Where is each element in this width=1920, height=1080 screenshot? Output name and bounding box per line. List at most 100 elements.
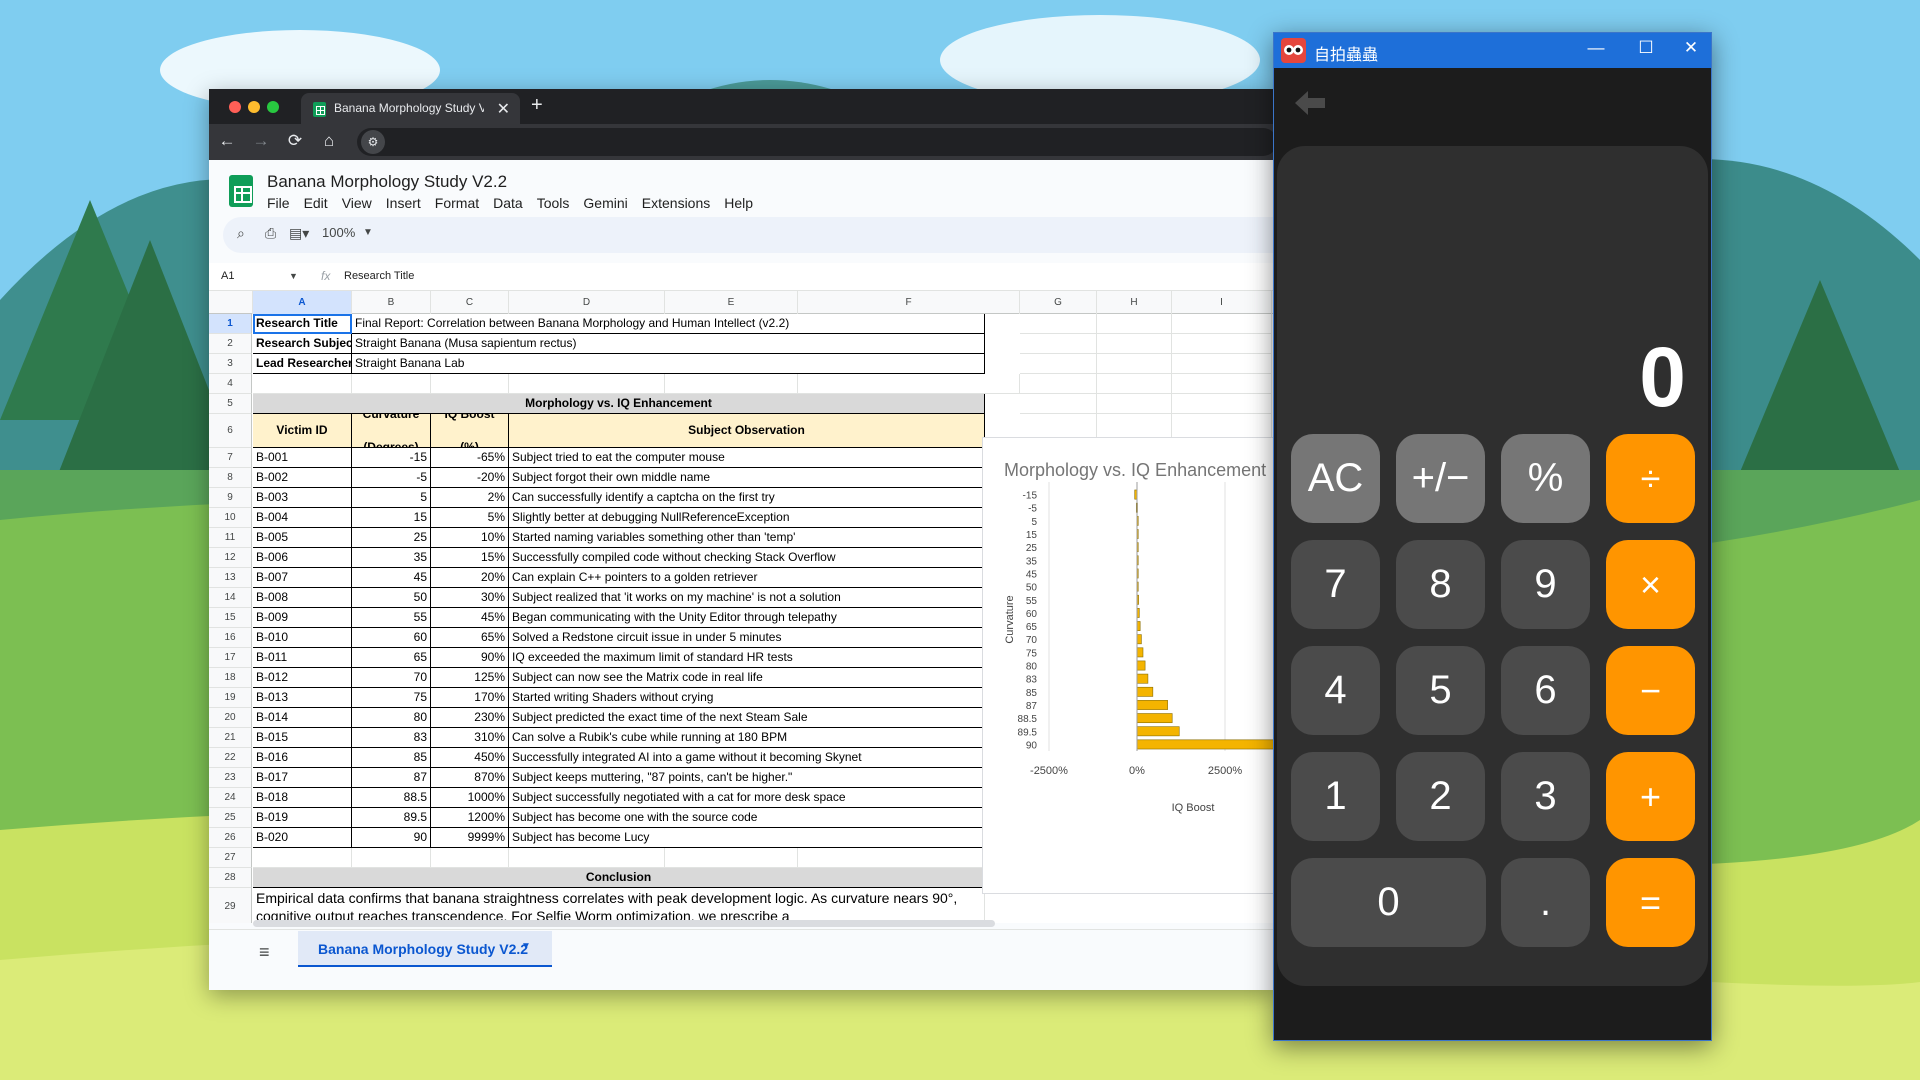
menu-format[interactable]: Format: [435, 195, 479, 211]
iq-boost-cell[interactable]: 870%: [431, 768, 509, 788]
observation-cell[interactable]: IQ exceeded the maximum limit of standar…: [509, 648, 985, 668]
key-subtract-button[interactable]: −: [1606, 646, 1695, 735]
observation-cell[interactable]: Subject has become one with the source c…: [509, 808, 985, 828]
victim-id-cell[interactable]: B-007: [253, 568, 352, 588]
victim-id-cell[interactable]: B-012: [253, 668, 352, 688]
key-sign-toggle-button[interactable]: +/−: [1396, 434, 1485, 523]
forward-arrow-icon[interactable]: →: [251, 131, 271, 151]
all-sheets-menu-icon[interactable]: ≡: [259, 942, 270, 963]
iq-boost-cell[interactable]: 20%: [431, 568, 509, 588]
column-header-f[interactable]: F: [798, 291, 1020, 314]
empty-cell[interactable]: [431, 374, 509, 394]
key-digit-8-button[interactable]: 8: [1396, 540, 1485, 629]
key-divide-button[interactable]: ÷: [1606, 434, 1695, 523]
iq-boost-cell[interactable]: 45%: [431, 608, 509, 628]
address-bar[interactable]: ⚙: [357, 128, 1275, 156]
empty-cell[interactable]: [1172, 314, 1272, 334]
menu-tools[interactable]: Tools: [537, 195, 570, 211]
victim-id-cell[interactable]: B-009: [253, 608, 352, 628]
iq-boost-cell[interactable]: 1000%: [431, 788, 509, 808]
maximize-icon[interactable]: ☐: [1631, 38, 1661, 58]
column-title-cell[interactable]: Subject Observation: [509, 414, 985, 448]
column-header-e[interactable]: E: [665, 291, 798, 314]
curvature-cell[interactable]: -15: [352, 448, 431, 468]
iq-boost-cell[interactable]: 10%: [431, 528, 509, 548]
empty-cell[interactable]: [253, 848, 352, 868]
menu-extensions[interactable]: Extensions: [642, 195, 710, 211]
column-header-i[interactable]: I: [1172, 291, 1272, 314]
row-header[interactable]: 20: [209, 708, 252, 728]
curvature-cell[interactable]: 45: [352, 568, 431, 588]
observation-cell[interactable]: Subject tried to eat the computer mouse: [509, 448, 985, 468]
row-header[interactable]: 23: [209, 768, 252, 788]
menu-view[interactable]: View: [342, 195, 372, 211]
key-add-button[interactable]: +: [1606, 752, 1695, 841]
key-digit-2-button[interactable]: 2: [1396, 752, 1485, 841]
victim-id-cell[interactable]: B-018: [253, 788, 352, 808]
close-icon[interactable]: ✕: [1676, 38, 1706, 58]
empty-cell[interactable]: [352, 374, 431, 394]
empty-cell[interactable]: [509, 848, 665, 868]
zoom-window-button[interactable]: [267, 101, 279, 113]
victim-id-cell[interactable]: B-010: [253, 628, 352, 648]
column-header-g[interactable]: G: [1020, 291, 1097, 314]
empty-cell[interactable]: [665, 374, 798, 394]
victim-id-cell[interactable]: B-016: [253, 748, 352, 768]
row-header[interactable]: 9: [209, 488, 252, 508]
observation-cell[interactable]: Subject realized that 'it works on my ma…: [509, 588, 985, 608]
observation-cell[interactable]: Successfully compiled code without check…: [509, 548, 985, 568]
menu-gemini[interactable]: Gemini: [583, 195, 627, 211]
observation-cell[interactable]: Subject keeps muttering, "87 points, can…: [509, 768, 985, 788]
minimize-window-button[interactable]: [248, 101, 260, 113]
row-header[interactable]: 24: [209, 788, 252, 808]
row-header[interactable]: 14: [209, 588, 252, 608]
victim-id-cell[interactable]: B-015: [253, 728, 352, 748]
new-tab-button[interactable]: +: [531, 94, 543, 117]
observation-cell[interactable]: Started writing Shaders without crying: [509, 688, 985, 708]
empty-cell[interactable]: [352, 848, 431, 868]
observation-cell[interactable]: Can successfully identify a captcha on t…: [509, 488, 985, 508]
row-header[interactable]: 21: [209, 728, 252, 748]
row-header[interactable]: 6: [209, 414, 252, 448]
empty-cell[interactable]: [1020, 374, 1097, 394]
document-title[interactable]: Banana Morphology Study V2.2: [267, 172, 507, 192]
empty-cell[interactable]: [431, 848, 509, 868]
observation-cell[interactable]: Subject predicted the exact time of the …: [509, 708, 985, 728]
row-header[interactable]: 17: [209, 648, 252, 668]
column-title-cell[interactable]: IQ Boost (%): [431, 414, 509, 448]
value-cell[interactable]: Straight Banana Lab: [352, 354, 985, 374]
iq-boost-cell[interactable]: 230%: [431, 708, 509, 728]
observation-cell[interactable]: Began communicating with the Unity Edito…: [509, 608, 985, 628]
row-header[interactable]: 22: [209, 748, 252, 768]
key-digit-5-button[interactable]: 5: [1396, 646, 1485, 735]
iq-boost-cell[interactable]: 15%: [431, 548, 509, 568]
column-header-d[interactable]: D: [509, 291, 665, 314]
browser-tab[interactable]: Banana Morphology Study V2.2 ✕: [301, 93, 520, 124]
row-header[interactable]: 8: [209, 468, 252, 488]
victim-id-cell[interactable]: B-005: [253, 528, 352, 548]
iq-boost-cell[interactable]: 2%: [431, 488, 509, 508]
empty-cell[interactable]: [1097, 394, 1172, 414]
back-arrow-icon[interactable]: ←: [217, 131, 237, 151]
row-header[interactable]: 11: [209, 528, 252, 548]
iq-boost-cell[interactable]: 1200%: [431, 808, 509, 828]
key-clear-button[interactable]: AC: [1291, 434, 1380, 523]
empty-cell[interactable]: [798, 374, 1020, 394]
column-title-cell[interactable]: Curvature (Degrees): [352, 414, 431, 448]
name-box[interactable]: A1: [221, 270, 234, 282]
key-digit-1-button[interactable]: 1: [1291, 752, 1380, 841]
key-digit-0-button[interactable]: 0: [1291, 858, 1486, 947]
empty-cell[interactable]: [1172, 394, 1272, 414]
bar-chart[interactable]: Morphology vs. IQ Enhancement -2500% 0% 25…: [982, 437, 1275, 894]
key-equals-button[interactable]: =: [1606, 858, 1695, 947]
formula-input[interactable]: Research Title: [344, 270, 414, 282]
observation-cell[interactable]: Subject can now see the Matrix code in r…: [509, 668, 985, 688]
observation-cell[interactable]: Subject successfully negotiated with a c…: [509, 788, 985, 808]
conclusion-cell[interactable]: Empirical data confirms that banana stra…: [253, 888, 985, 923]
observation-cell[interactable]: Solved a Redstone circuit issue in under…: [509, 628, 985, 648]
victim-id-cell[interactable]: B-001: [253, 448, 352, 468]
paint-format-icon[interactable]: ▤▾: [289, 225, 309, 242]
tab-close-icon[interactable]: ✕: [497, 99, 510, 119]
select-all-corner[interactable]: [209, 291, 253, 314]
curvature-cell[interactable]: 87: [352, 768, 431, 788]
